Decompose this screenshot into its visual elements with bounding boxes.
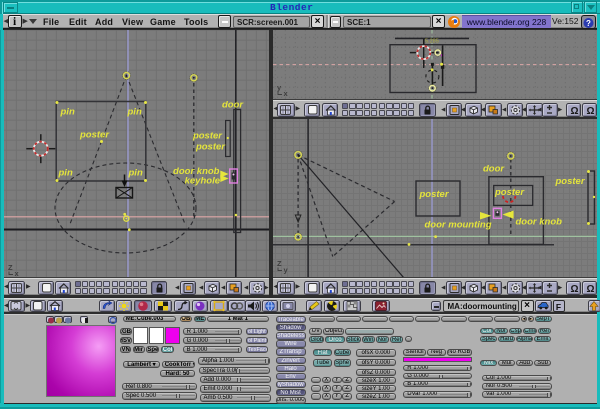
svg-text:pin: pin <box>57 167 72 178</box>
svg-text:?: ? <box>586 19 591 28</box>
svg-text:poster: poster <box>79 129 110 140</box>
svg-text:poster: poster <box>191 130 222 141</box>
svg-text:poster: poster <box>194 141 225 152</box>
svg-text:Ω: Ω <box>570 284 578 294</box>
svg-text:Z: Z <box>277 259 282 268</box>
svg-text:Ω: Ω <box>570 106 578 116</box>
svg-text:door: door <box>222 99 244 110</box>
svg-text:Z: Z <box>8 263 13 272</box>
svg-text:pin: pin <box>59 106 74 117</box>
svg-text:pin: pin <box>127 167 142 178</box>
svg-text:Ω: Ω <box>586 106 594 116</box>
svg-text:x: x <box>284 89 289 98</box>
svg-text:poster: poster <box>494 187 525 198</box>
svg-text:x: x <box>14 269 19 278</box>
svg-text:Ω: Ω <box>586 284 594 294</box>
svg-text:pin: pin <box>126 106 141 117</box>
svg-text:door: door <box>483 164 505 175</box>
svg-text:y: y <box>284 266 289 275</box>
svg-text:door mounting: door mounting <box>425 220 492 231</box>
svg-text:door knob: door knob <box>516 217 563 228</box>
svg-text:poster: poster <box>555 176 586 187</box>
svg-text:keyhole: keyhole <box>184 175 220 186</box>
svg-text:5.285: 5.285 <box>425 38 439 44</box>
svg-text:poster: poster <box>419 189 450 200</box>
